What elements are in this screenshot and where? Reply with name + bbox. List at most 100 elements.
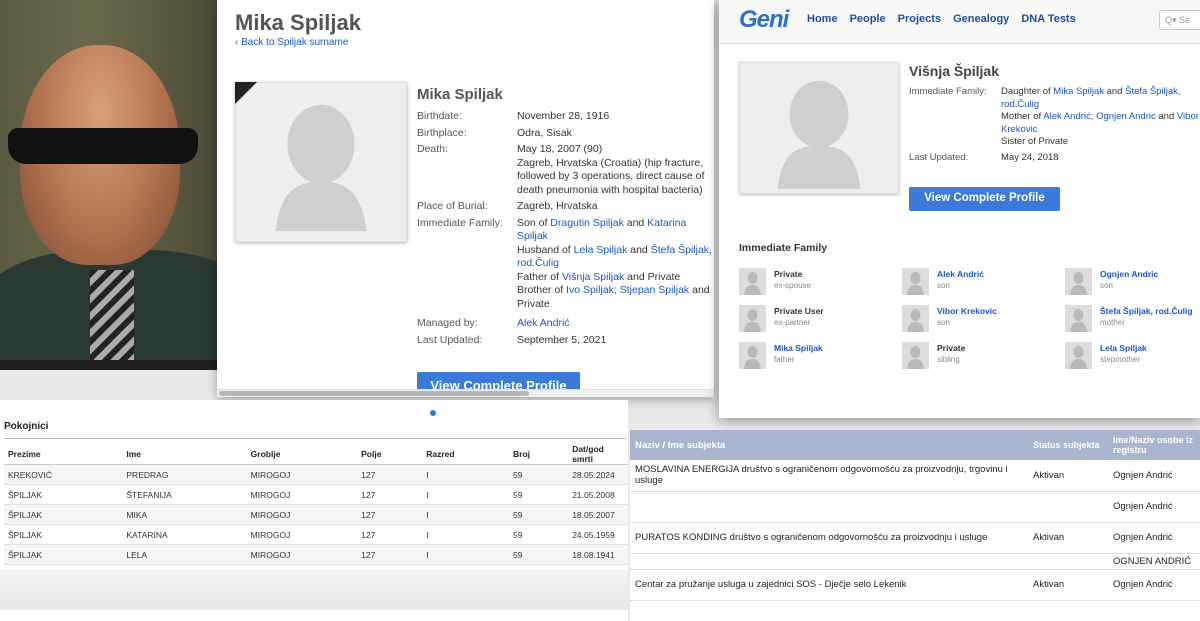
table-cell: I [422, 544, 510, 565]
fact-row: Death: May 18, 2007 (90) Zagreb, Hrvatska… [417, 143, 714, 197]
table-cell: 21.05.2008 [568, 484, 628, 505]
table-cell: 59 [509, 464, 569, 485]
fact-text: Mother of [1001, 111, 1042, 122]
relative-link[interactable]: Ognjen Andric [1096, 111, 1156, 122]
video-progress-bar[interactable] [0, 360, 232, 370]
divider [4, 438, 626, 439]
table-cell: ŠPILJAK [4, 544, 123, 565]
fact-row: Birthdate: November 28, 1916 [417, 110, 714, 124]
fact-text: and Private [624, 270, 681, 283]
family-member-name[interactable]: Mika Spiljak [774, 343, 823, 353]
column-header: Ime/Naziv osobe iz registru [1108, 430, 1200, 460]
table-row: ŠPILJAK KATARINA MIROGOJ 127 I 59 24.05.1959 [4, 524, 628, 545]
family-member-text: Alek Andrić son [937, 268, 984, 297]
fact-text: Daughter of [1001, 86, 1054, 97]
family-member-name[interactable]: Štefa Špiljak, rod.Čulig [1100, 306, 1193, 316]
family-member-name[interactable]: Lela Spiljak [1100, 343, 1147, 353]
family-member-text: Lela Spiljak stepmother [1100, 342, 1147, 371]
family-member[interactable]: Mika Spiljak father [739, 342, 902, 371]
immediate-family-heading: Immediate Family [739, 242, 828, 254]
popup-profile-facts: Immediate Family: Daughter of Mika Spilja… [909, 86, 1199, 167]
fact-text: Father of [517, 270, 560, 283]
family-member-name[interactable]: Alek Andrić [937, 269, 984, 279]
family-member-relation: stepmother [1100, 355, 1141, 364]
table-row: PURATOS KONDING društvo s ograničenom od… [630, 522, 1200, 554]
avatar [902, 305, 929, 332]
avatar [1065, 342, 1092, 369]
family-member-text: Private ex-spouse [774, 268, 811, 297]
table-row: OGNJEN ANDRIĆ [630, 553, 1200, 570]
nav-link-projects[interactable]: Projects [898, 13, 941, 25]
table-cell: 127 [357, 544, 423, 565]
fact-text: November 28, 1916 [517, 110, 610, 122]
table-cell: Ognjen Andrić [1108, 522, 1200, 554]
relative-link[interactable]: Dragutin Spiljak [550, 217, 624, 229]
fact-value: September 5, 2021 [517, 334, 714, 348]
table-row: ŠPILJAK LELA MIROGOJ 127 I 59 18.08.1941 [4, 544, 628, 565]
table-row: MOSLAVINA ENERGIJA društvo s ograničenom… [630, 460, 1200, 492]
table-cell: 59 [509, 504, 569, 525]
back-to-surname-link[interactable]: ‹ Back to Spiljak surname [235, 37, 348, 48]
fact-value: Daughter of Mika Spiljak and Štefa Špilj… [1001, 86, 1199, 149]
nav-link-home[interactable]: Home [807, 13, 838, 25]
fact-text: and [1155, 111, 1177, 122]
table-cell: 59 [509, 524, 569, 545]
geni-logo[interactable]: Geni [739, 6, 789, 34]
nav-link-genealogy[interactable]: Genealogy [953, 13, 1009, 25]
family-member[interactable]: Lela Spiljak stepmother [1065, 342, 1200, 371]
relative-link[interactable]: Višnja Spiljak [562, 271, 624, 283]
search-input[interactable]: Q▾ Se [1159, 10, 1200, 30]
family-member-text: Private sibling [937, 342, 965, 371]
registry-table: Naziv / Ime subjekta Status subjekta Ime/N… [630, 430, 1200, 601]
column-header: Naziv / Ime subjekta [630, 430, 1028, 460]
table-cell: LELA [122, 544, 247, 565]
avatar [1065, 305, 1092, 332]
table-cell: MIROGOJ [246, 504, 358, 525]
family-member[interactable]: Private sibling [902, 342, 1065, 371]
relative-link[interactable]: Mika Spiljak [1053, 86, 1104, 97]
fact-text: Sister of Private [1001, 136, 1069, 147]
avatar [1065, 268, 1092, 295]
avatar [902, 268, 929, 295]
geni-profile-page: Mika Spiljak ‹ Back to Spiljak surname M… [217, 0, 714, 397]
family-member-relation: father [774, 355, 795, 364]
fact-text: Son of [517, 216, 551, 229]
pagination-dot[interactable] [430, 410, 436, 416]
fact-value: Alek Andrić [517, 317, 714, 331]
fact-text: May 24, 2018 [1001, 151, 1059, 163]
panel-footer [0, 570, 628, 610]
family-member[interactable]: Štefa Špiljak, rod.Čulig mother [1065, 305, 1200, 334]
deceased-ribbon-icon [235, 82, 257, 104]
popup-profile-name: Višnja Špiljak [909, 63, 1000, 79]
table-cell: MIROGOJ [246, 544, 358, 565]
family-member-text: Private User ex-partner [774, 305, 824, 334]
family-member[interactable]: Ognjen Andric son [1065, 268, 1200, 297]
nav-link-people[interactable]: People [850, 13, 886, 25]
fact-row: Birthplace: Odra, Sisak [417, 127, 714, 141]
family-member-name[interactable]: Ognjen Andric [1100, 269, 1158, 279]
family-member-relation: son [937, 318, 950, 327]
relative-link[interactable]: Lela Spiljak [574, 244, 628, 256]
search-icon: Q▾ [1165, 15, 1180, 25]
scrollbar-thumb[interactable] [219, 391, 529, 396]
relative-link[interactable]: Alek Andrić [517, 317, 570, 329]
family-member[interactable]: Private User ex-partner [739, 305, 902, 334]
family-member[interactable]: Private ex-spouse [739, 268, 902, 297]
relative-link[interactable]: Ivo Spiljak; Stjepan Spiljak [566, 284, 689, 296]
table-cell: PREDRAG [122, 464, 247, 485]
family-member[interactable]: Alek Andrić son [902, 268, 1065, 297]
family-member[interactable]: Vibor Krekovic son [902, 305, 1065, 334]
column-header: Prezime [4, 444, 123, 465]
table-row: ŠPILJAK MIKA MIROGOJ 127 I 59 18.05.2007 [4, 504, 628, 525]
family-member-name[interactable]: Vibor Krekovic [937, 306, 997, 316]
family-member-relation: son [1100, 281, 1113, 290]
nav-link-dna-tests[interactable]: DNA Tests [1021, 13, 1075, 25]
table-cell [630, 553, 1028, 570]
table-cell: OGNJEN ANDRIĆ [1108, 553, 1200, 570]
relative-link[interactable]: Alek Andrić [1043, 111, 1091, 122]
family-member-text: Ognjen Andric son [1100, 268, 1158, 297]
popup-view-complete-profile-button[interactable]: View Complete Profile [909, 187, 1060, 211]
horizontal-scrollbar[interactable] [217, 389, 714, 397]
column-header: Groblje [246, 444, 358, 465]
avatar [902, 342, 929, 369]
